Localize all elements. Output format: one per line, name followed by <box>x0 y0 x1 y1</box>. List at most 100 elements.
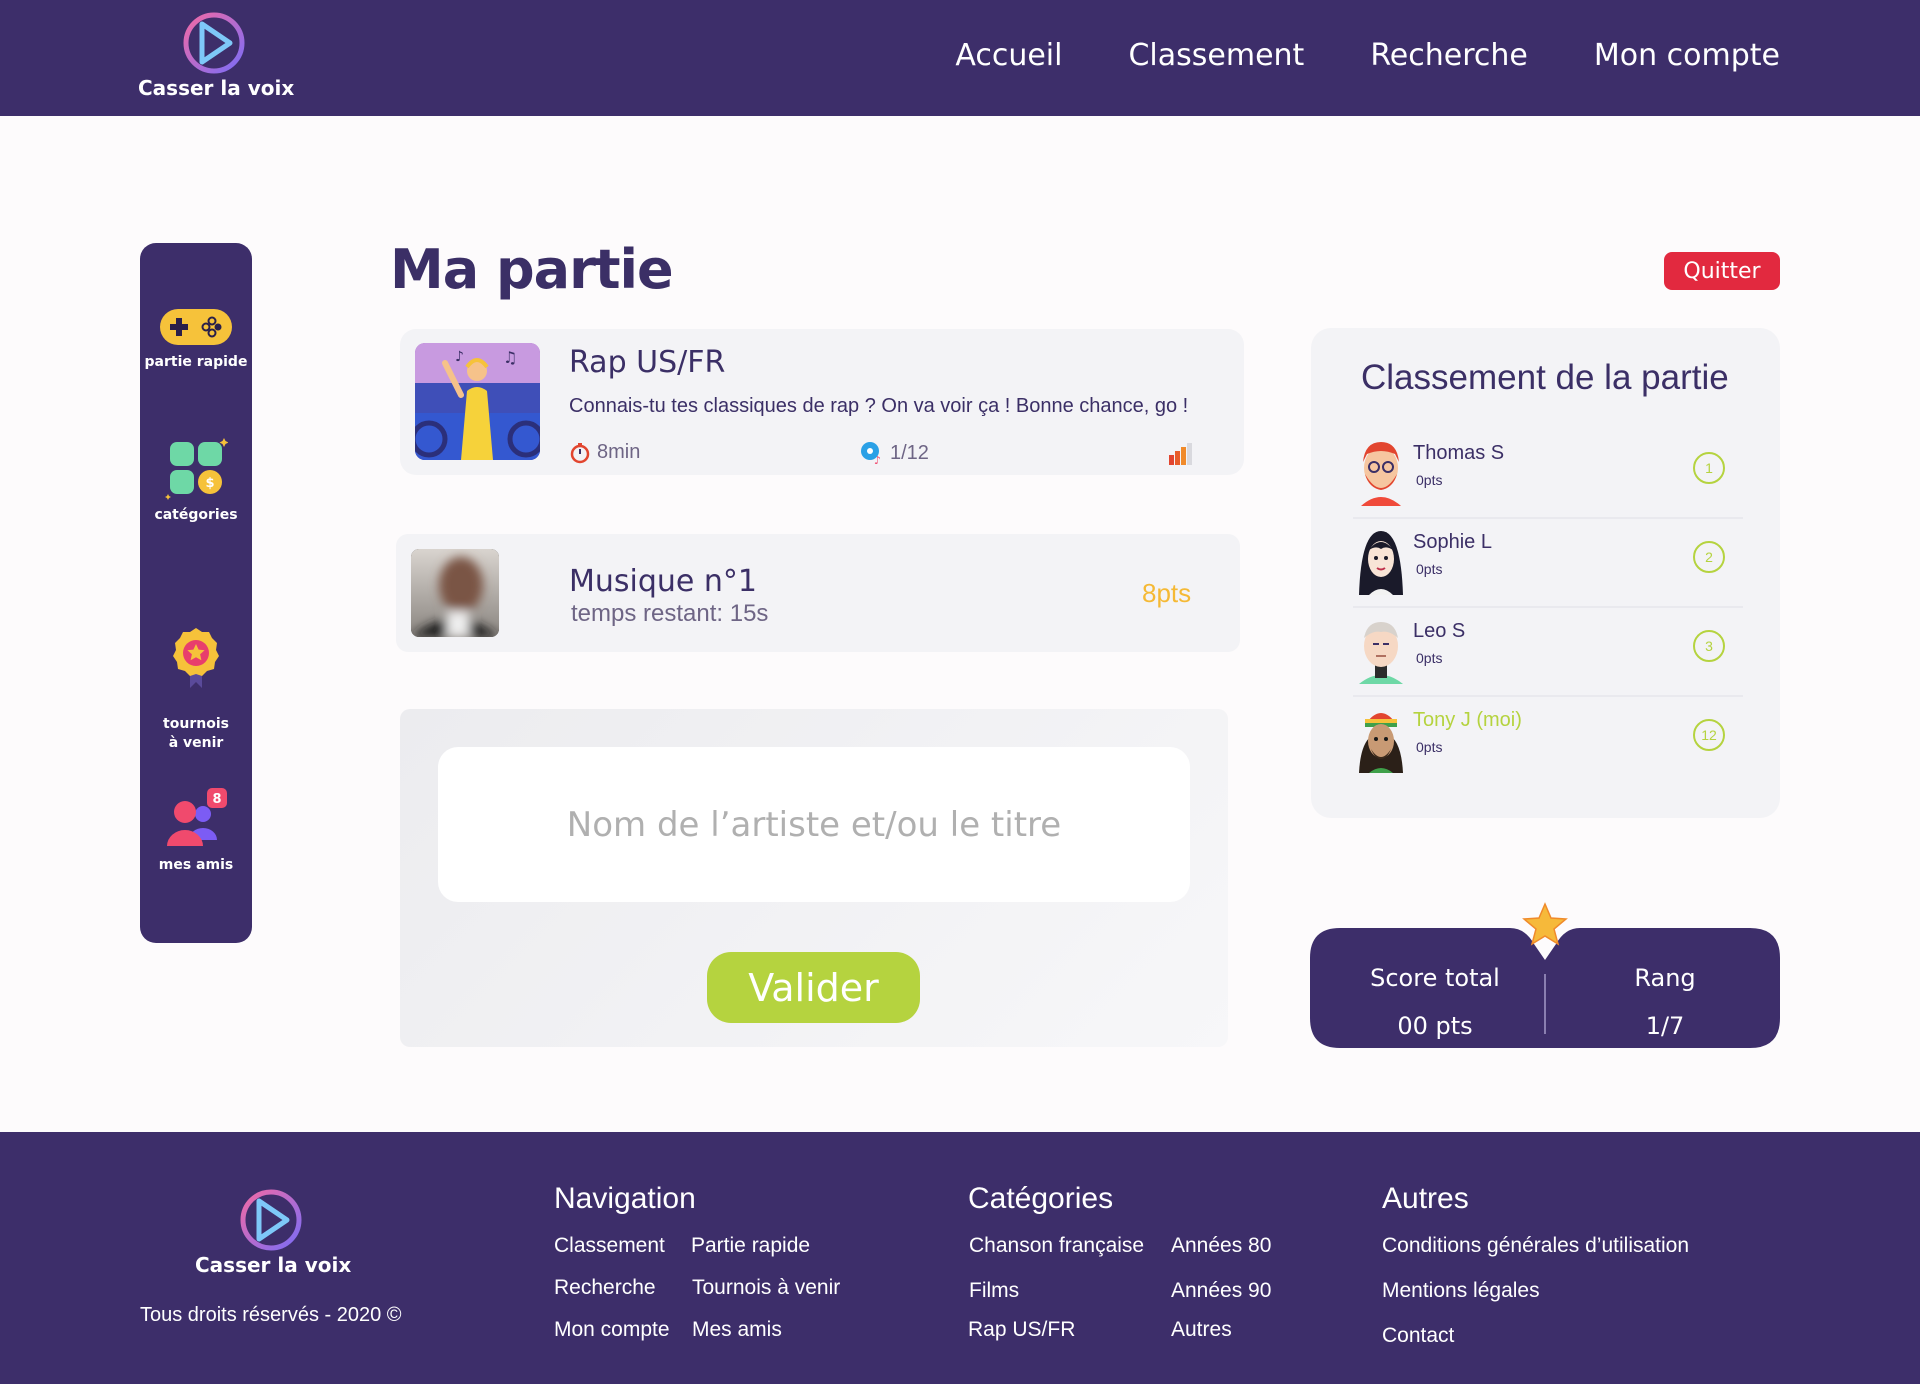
avatar <box>1361 442 1401 506</box>
sidebar-label: catégories <box>154 507 238 523</box>
score-divider <box>1544 974 1546 1034</box>
sidebar-item-tournois[interactable]: tournois à venir <box>140 607 252 753</box>
ranking-title: Classement de la partie <box>1361 358 1729 397</box>
validate-button[interactable]: Valider <box>707 952 920 1023</box>
player-rank-badge: 2 <box>1693 541 1725 573</box>
svg-text:♪: ♪ <box>455 349 464 365</box>
stopwatch-icon <box>570 442 590 463</box>
avatar <box>1359 531 1403 595</box>
app-name: Casser la voix <box>138 76 295 100</box>
player-points: 0pts <box>1416 472 1443 488</box>
duration-meta: 8min <box>569 441 640 464</box>
header-logo[interactable]: Casser la voix <box>138 10 295 100</box>
time-remaining: temps restant: 15s <box>571 600 769 627</box>
sidebar-item-partie-rapide[interactable]: partie rapide <box>140 307 252 372</box>
score-total-value: 00 pts <box>1397 1012 1473 1040</box>
app-name: Casser la voix <box>195 1253 352 1277</box>
player-rank-badge: 12 <box>1693 719 1725 751</box>
nav-accueil[interactable]: Accueil <box>955 38 1062 73</box>
footer-link[interactable]: Conditions générales d’utilisation <box>1382 1234 1689 1258</box>
footer-link[interactable]: Mon compte <box>554 1318 670 1342</box>
nav-classement[interactable]: Classement <box>1128 38 1304 73</box>
logo-icon <box>240 1189 302 1251</box>
ranking-card: Classement de la partie Thomas S 0pts 1 … <box>1311 328 1780 818</box>
music-points: 8pts <box>1142 578 1192 608</box>
sidebar-label: tournois à venir <box>163 716 229 751</box>
main-nav: Accueil Classement Recherche Mon compte <box>955 38 1780 73</box>
rank-label: Rang <box>1634 964 1696 992</box>
progress-meta: ♪ 1/12 <box>860 441 929 465</box>
footer-link[interactable]: Mes amis <box>692 1318 782 1342</box>
footer: Casser la voix Tous droits réservés - 20… <box>0 1132 1920 1384</box>
friends-icon: 8 <box>167 788 227 846</box>
logo-icon <box>183 12 245 74</box>
ranking-row-me: Tony J (moi) 0pts 12 <box>1353 697 1743 786</box>
footer-categories-title: Catégories <box>968 1182 1114 1215</box>
top-header: Casser la voix Accueil Classement Recher… <box>0 0 1920 116</box>
avatar <box>1359 713 1403 773</box>
category-image: ♫ ♪ <box>415 343 540 460</box>
friends-badge-count: 8 <box>212 792 221 807</box>
svg-text:♪: ♪ <box>874 454 881 465</box>
sidebar-item-mes-amis[interactable]: 8 mes amis <box>140 786 252 875</box>
score-total-label: Score total <box>1370 964 1500 992</box>
sidebar: partie rapide $ catégories tournois à ve… <box>140 243 252 943</box>
page-title: Ma partie <box>390 238 674 301</box>
category-name: Rap US/FR <box>569 345 726 380</box>
artist-image-blurred <box>411 549 499 637</box>
answer-panel: Valider <box>400 709 1228 1047</box>
player-points: 0pts <box>1416 650 1443 666</box>
category-card: ♫ ♪ Rap US/FR Connais-tu tes classiques … <box>400 329 1244 475</box>
ranking-row: Sophie L 0pts 2 <box>1353 519 1743 608</box>
footer-link[interactable]: Chanson française <box>969 1234 1144 1258</box>
music-card: Musique n°1 temps restant: 15s 8pts <box>396 534 1240 652</box>
footer-nav-title: Navigation <box>554 1182 696 1215</box>
medal-icon <box>173 628 219 688</box>
footer-logo[interactable]: Casser la voix <box>195 1187 352 1277</box>
nav-mon-compte[interactable]: Mon compte <box>1594 38 1780 73</box>
footer-others-title: Autres <box>1382 1182 1469 1215</box>
ranking-row: Thomas S 0pts 1 <box>1353 430 1743 519</box>
player-rank-badge: 3 <box>1693 630 1725 662</box>
player-points: 0pts <box>1416 739 1443 755</box>
score-panel: Score total 00 pts Rang 1/7 <box>1310 902 1780 1048</box>
player-name: Thomas S <box>1413 442 1505 464</box>
answer-input[interactable] <box>438 747 1190 902</box>
difficulty-bars-icon <box>1169 443 1192 465</box>
avatar <box>1359 622 1403 684</box>
copyright: Tous droits réservés - 2020 © <box>140 1304 402 1326</box>
footer-link[interactable]: Mentions légales <box>1382 1279 1540 1303</box>
footer-link[interactable]: Rap US/FR <box>968 1318 1075 1342</box>
category-description: Connais-tu tes classiques de rap ? On va… <box>569 395 1189 417</box>
footer-link[interactable]: Contact <box>1382 1324 1454 1348</box>
footer-link[interactable]: Autres <box>1171 1318 1232 1342</box>
progress-text: 1/12 <box>890 441 929 464</box>
quit-button[interactable]: Quitter <box>1664 252 1780 290</box>
footer-link[interactable]: Recherche <box>554 1276 656 1300</box>
svg-text:$: $ <box>205 476 214 491</box>
sidebar-label: mes amis <box>158 857 234 873</box>
footer-link[interactable]: Tournois à venir <box>692 1276 840 1300</box>
footer-link[interactable]: Partie rapide <box>691 1234 810 1258</box>
sidebar-label: partie rapide <box>144 354 248 370</box>
star-icon <box>1522 902 1568 946</box>
player-name: Leo S <box>1413 620 1466 642</box>
footer-link[interactable]: Années 80 <box>1171 1234 1271 1258</box>
sidebar-item-categories[interactable]: $ catégories <box>140 436 252 525</box>
footer-link[interactable]: Classement <box>554 1234 665 1258</box>
footer-link[interactable]: Années 90 <box>1171 1279 1271 1303</box>
player-name: Sophie L <box>1413 531 1492 553</box>
music-disc-icon: ♪ <box>861 442 881 465</box>
svg-text:♫: ♫ <box>503 348 517 367</box>
player-name: Tony J (moi) <box>1413 709 1522 731</box>
footer-link[interactable]: Films <box>969 1279 1019 1303</box>
player-rank-badge: 1 <box>1693 452 1725 484</box>
duration-text: 8min <box>597 441 641 463</box>
rank-value: 1/7 <box>1645 1012 1685 1040</box>
categories-icon: $ <box>165 438 228 500</box>
gamepad-icon <box>160 309 232 345</box>
nav-recherche[interactable]: Recherche <box>1370 38 1528 73</box>
ranking-row: Leo S 0pts 3 <box>1353 608 1743 697</box>
player-points: 0pts <box>1416 561 1443 577</box>
difficulty-meta <box>1168 443 1194 465</box>
